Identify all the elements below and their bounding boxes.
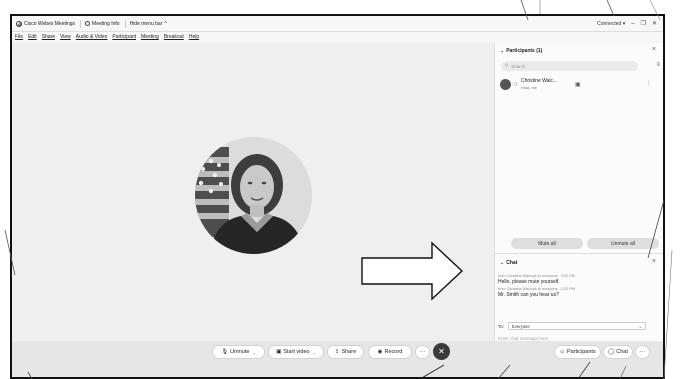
more-options-button[interactable]: ···: [415, 345, 430, 359]
video-status-icon: ▣: [575, 82, 581, 88]
record-label: Record: [384, 349, 403, 355]
panel-more-button[interactable]: ···: [635, 345, 650, 359]
chevron-down-icon[interactable]: ⌄: [252, 350, 255, 355]
chat-recipient-row: To: Everyone ⌄: [498, 321, 658, 331]
hide-menu-label: Hide menu bar: [129, 20, 163, 27]
webex-window: Cisco Webex Meetings Meeting Info Hide m…: [10, 14, 665, 379]
chat-label: Chat: [616, 349, 628, 355]
window-controls: Connected ▾ – ❐ ✕: [597, 16, 657, 31]
chat-message-meta: from Christine Walczyk to everyone 2:22 …: [498, 274, 575, 278]
end-meeting-button[interactable]: ✕: [433, 343, 450, 360]
meeting-controls: 🎙 Unmute ⌄ ▣ Start video ⌄ ⇪ Share ◉ Rec…: [12, 341, 663, 377]
sort-icon[interactable]: ≡: [656, 62, 660, 68]
chat-header: ⌄ Chat: [500, 260, 517, 266]
divider: [124, 19, 126, 28]
app-name: Cisco Webex Meetings: [24, 20, 76, 27]
menu-participant[interactable]: Participant: [112, 34, 136, 40]
menu-help[interactable]: Help: [189, 34, 199, 40]
participants-title: Participants (1): [506, 48, 543, 54]
hide-menu-bar-button[interactable]: Hide menu bar ^: [130, 21, 167, 27]
chat-time: 2:22 PM: [560, 287, 575, 291]
more-options-icon[interactable]: ⋮: [646, 80, 652, 87]
annotation-arrow: [361, 241, 464, 301]
start-video-button[interactable]: ▣ Start video ⌄: [268, 345, 324, 359]
portrait-image: [195, 137, 312, 254]
participant-search-input[interactable]: ⚲ Search: [501, 61, 638, 71]
more-icon: ···: [639, 349, 646, 355]
info-icon: [85, 21, 91, 26]
webex-logo-icon: [16, 20, 22, 27]
participant-avatar: [500, 79, 511, 90]
chat-title: Chat: [506, 260, 518, 266]
start-video-label: Start video: [283, 349, 310, 355]
app-title: Cisco Webex Meetings: [16, 20, 76, 27]
menu-share[interactable]: Share: [42, 34, 55, 40]
record-icon: ◉: [377, 349, 383, 355]
participants-header: ⌄ Participants (1): [500, 48, 542, 54]
menu-file[interactable]: File: [15, 34, 23, 40]
unmute-all-button[interactable]: Unmute all: [587, 238, 659, 249]
share-icon: ⇪: [334, 349, 340, 355]
person-icon: ☺: [559, 349, 565, 355]
participant-avatar-photo: [195, 137, 312, 254]
unmute-label: Unmute: [230, 349, 250, 355]
chevron-down-icon: ▾: [622, 20, 626, 27]
menu-meeting[interactable]: Meeting: [141, 34, 159, 40]
menu-edit[interactable]: Edit: [28, 34, 37, 40]
title-bar: Cisco Webex Meetings Meeting Info Hide m…: [12, 16, 663, 32]
chat-time: 2:22 PM: [560, 274, 575, 278]
more-icon: ···: [419, 349, 426, 355]
menu-audio-video[interactable]: Audio & Video: [76, 34, 108, 40]
participant-name: Christine Walc...: [521, 78, 558, 84]
chevron-down-icon[interactable]: ⌄: [500, 260, 504, 266]
chat-sender: from Christine Walczyk to everyone: [498, 287, 558, 291]
chevron-down-icon: ⌄: [638, 323, 643, 329]
chevron-down-icon[interactable]: ⌄: [500, 48, 504, 54]
search-icon: ⚲: [505, 63, 509, 68]
participant-row[interactable]: ⚆ Christine Walc... Host, me ▣ ⋮: [500, 77, 660, 93]
record-button[interactable]: ◉ Record: [368, 345, 412, 359]
divider: [495, 253, 663, 254]
chat-message-text: Hello, please mute yourself.: [498, 279, 560, 285]
mic-off-icon: 🎙: [221, 349, 229, 355]
chevron-down-icon[interactable]: ⌄: [313, 350, 316, 355]
chat-sender: from Christine Walczyk to everyone: [498, 274, 558, 278]
participants-button[interactable]: ☺ Participants: [554, 345, 601, 359]
video-off-icon: ▣: [276, 349, 282, 355]
chat-message-text: Mr. Smith can you hear us?: [498, 292, 559, 298]
menu-breakout[interactable]: Breakout: [164, 34, 184, 40]
meeting-info-label: Meeting Info: [92, 20, 120, 27]
connection-status[interactable]: Connected ▾: [597, 21, 625, 27]
mic-status-icon: ⚆: [513, 82, 518, 88]
recipient-value: Everyone: [512, 323, 530, 329]
chat-button[interactable]: ◯ Chat: [603, 345, 633, 359]
menu-bar: File Edit Share View Audio & Video Parti…: [12, 32, 663, 42]
search-placeholder: Search: [511, 63, 526, 69]
minimize-icon[interactable]: –: [631, 21, 634, 27]
chat-message-meta: from Christine Walczyk to everyone 2:22 …: [498, 287, 575, 291]
restore-icon[interactable]: ❐: [641, 20, 646, 27]
close-chat-icon[interactable]: ×: [652, 258, 656, 265]
participant-role: Host, me: [521, 85, 538, 90]
share-button[interactable]: ⇪ Share: [327, 345, 364, 359]
menu-view[interactable]: View: [60, 34, 71, 40]
to-label: To:: [498, 323, 505, 329]
participants-label: Participants: [566, 349, 596, 355]
recipient-select[interactable]: Everyone ⌄: [508, 322, 647, 330]
chat-icon: ◯: [608, 349, 615, 355]
mute-all-button[interactable]: Mute all: [511, 238, 583, 249]
divider: [80, 19, 82, 28]
unmute-all-label: Unmute all: [611, 240, 635, 247]
end-call-icon: ✕: [438, 347, 445, 356]
share-label: Share: [341, 349, 357, 355]
side-panel: ⌄ Participants (1) × ⚲ Search ≡ ⚆ Christ…: [494, 43, 663, 377]
close-participants-icon[interactable]: ×: [652, 46, 656, 53]
meeting-info-button[interactable]: Meeting Info: [85, 21, 120, 27]
close-window-icon[interactable]: ✕: [652, 20, 657, 27]
connection-label: Connected: [597, 20, 622, 27]
unmute-button[interactable]: 🎙 Unmute ⌄: [212, 345, 265, 359]
mute-all-label: Mute all: [538, 240, 556, 247]
chevron-up-icon: ^: [164, 20, 167, 27]
